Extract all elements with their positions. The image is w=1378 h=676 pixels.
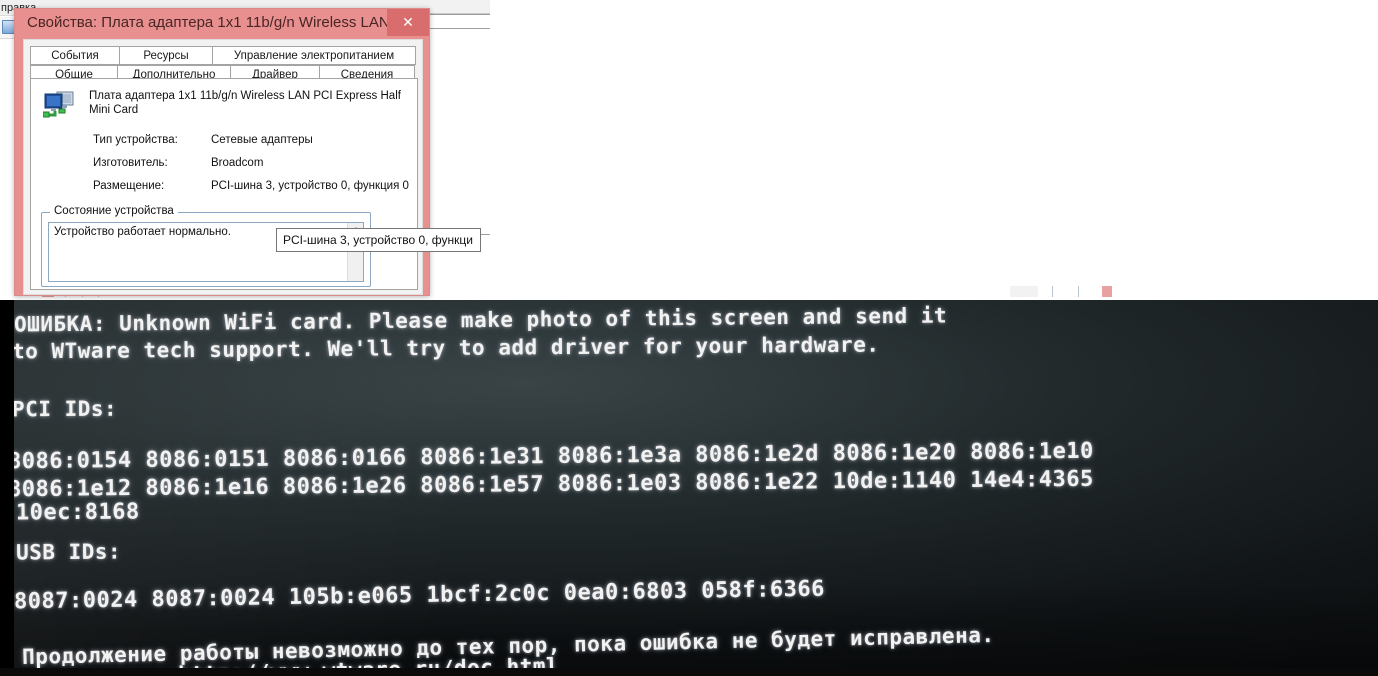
pci-ids-row: 10ec:8168 <box>15 499 140 526</box>
property-value[interactable]: PCI-шина 3, устройство 0, функция 0 <box>211 180 409 192</box>
wtware-error-screen-photo: ОШИБКА: Unknown WiFi card. Please make p… <box>0 300 1378 676</box>
desktop-area: правка ов ва и ТА ми ые ной <box>0 0 1378 300</box>
pane-divider <box>430 28 490 29</box>
error-line-2: to WTware tech support. We'll try to add… <box>11 332 880 364</box>
device-properties-list: Тип устройства: Сетевые адаптеры Изготов… <box>93 134 413 203</box>
dialog-body: События Ресурсы Управление электропитани… <box>23 39 423 295</box>
chrome-mark <box>1102 286 1112 297</box>
chrome-mark <box>1052 286 1053 297</box>
chrome-mark <box>1078 286 1079 297</box>
monitor-bezel <box>0 668 1378 676</box>
error-line-1: ОШИБКА: Unknown WiFi card. Please make p… <box>13 303 948 337</box>
property-value: Сетевые адаптеры <box>211 134 313 146</box>
property-value: Broadcom <box>211 157 264 169</box>
chrome-mark <box>1010 286 1038 297</box>
device-status-label: Состояние устройства <box>50 205 178 217</box>
tab-power-management[interactable]: Управление электропитанием <box>212 46 416 65</box>
screenshot-root: правка ов ва и ТА ми ые ной <box>0 0 1378 676</box>
usb-ids-header: USB IDs: <box>15 539 122 565</box>
pane-divider <box>430 14 490 15</box>
property-label: Размещение: <box>93 180 165 192</box>
device-header: Плата адаптера 1x1 11b/g/n Wireless LAN … <box>42 89 403 129</box>
dialog-title-bar[interactable]: Свойства: Плата адаптера 1x1 11b/g/n Wir… <box>15 9 429 39</box>
dialog-title: Свойства: Плата адаптера 1x1 11b/g/n Wir… <box>27 14 387 31</box>
usb-ids-row: 8087:0024 8087:0024 105b:e065 1bcf:2c0c … <box>13 576 826 615</box>
tab-events[interactable]: События <box>30 46 120 65</box>
tab-resources[interactable]: Ресурсы <box>119 46 213 65</box>
tooltip: PCI-шина 3, устройство 0, функци <box>276 228 481 252</box>
property-row: Изготовитель: Broadcom <box>93 157 413 180</box>
tab-row-top: События Ресурсы Управление электропитани… <box>30 46 418 65</box>
close-icon[interactable]: ✕ <box>387 9 429 36</box>
background-right-pane <box>430 0 1378 300</box>
property-row: Тип устройства: Сетевые адаптеры <box>93 134 413 157</box>
pci-ids-header: PCI IDs: <box>11 396 118 422</box>
network-adapter-icon <box>42 90 77 120</box>
device-status-text: Устройство работает нормально. <box>54 226 231 238</box>
monitor-bezel <box>0 300 14 676</box>
property-label: Тип устройства: <box>93 134 178 146</box>
property-row: Размещение: PCI-шина 3, устройство 0, фу… <box>93 180 413 203</box>
pane-strip <box>430 0 490 14</box>
tab-page-general: Плата адаптера 1x1 11b/g/n Wireless LAN … <box>30 78 418 290</box>
device-name: Плата адаптера 1x1 11b/g/n Wireless LAN … <box>89 90 401 116</box>
device-properties-dialog: Свойства: Плата адаптера 1x1 11b/g/n Wir… <box>14 8 430 296</box>
property-label: Изготовитель: <box>93 157 168 169</box>
